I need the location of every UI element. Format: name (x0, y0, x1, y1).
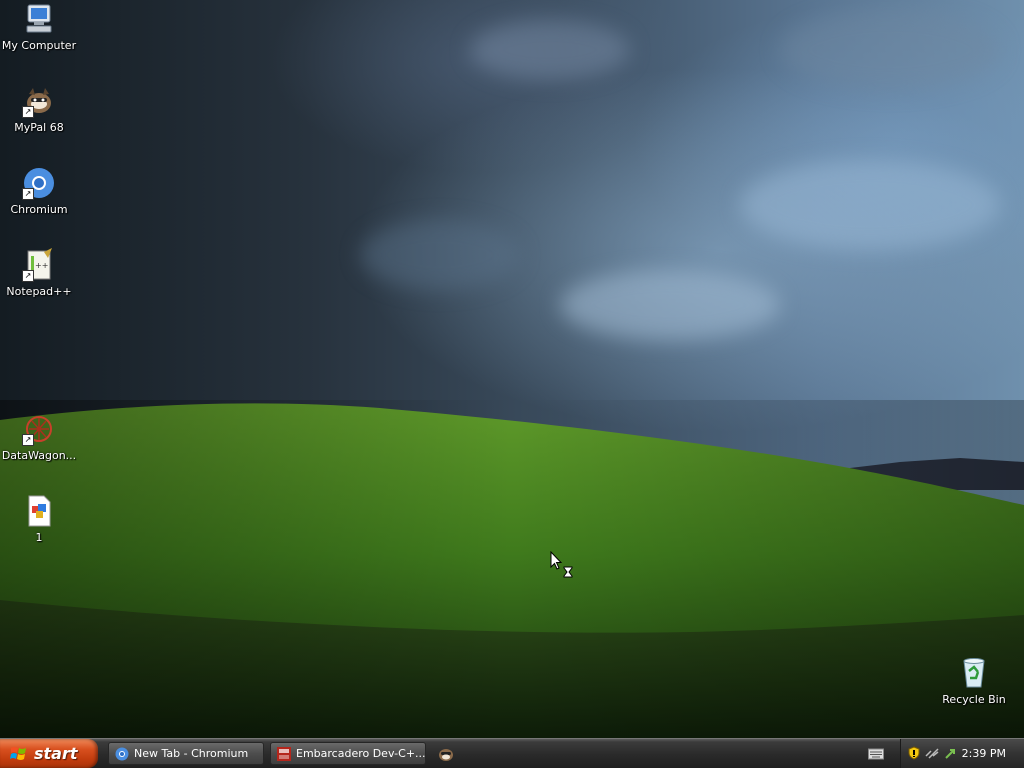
clock[interactable]: 2:39 PM (962, 747, 1006, 760)
hills-wallpaper (0, 400, 1024, 738)
taskbar-item-label: Embarcadero Dev-C+... (296, 747, 426, 760)
windows-logo-icon (10, 746, 26, 760)
svg-text:++: ++ (35, 261, 48, 270)
desktop-icon-mypal[interactable]: ↗ MyPal 68 (0, 84, 78, 134)
usb-icon[interactable] (943, 746, 957, 760)
devcpp-icon (277, 746, 291, 761)
desktop-icon-label: Recycle Bin (942, 693, 1006, 706)
taskbar-item-chromium[interactable]: New Tab - Chromium (108, 742, 264, 765)
start-button[interactable]: start (0, 739, 98, 768)
taskbar-item-label: New Tab - Chromium (134, 747, 249, 760)
my-computer-icon (22, 2, 56, 36)
security-shield-icon[interactable] (907, 746, 921, 760)
datawagon-icon: ↗ (22, 412, 56, 446)
desktop[interactable]: My Computer ↗ MyPal 68 ↗ Chromium ++ ↗ N… (0, 0, 1024, 738)
desktop-icon-notepad-plus-plus[interactable]: ++ ↗ Notepad++ (0, 248, 78, 298)
keyboard-icon[interactable] (868, 748, 884, 760)
shading (0, 400, 1024, 738)
taskbar-item-devcpp[interactable]: Embarcadero Dev-C+... (270, 742, 426, 765)
desktop-icon-my-computer[interactable]: My Computer (0, 2, 78, 52)
desktop-icon-label: Notepad++ (6, 285, 72, 298)
recycle-bin-icon (957, 656, 991, 690)
chromium-icon (115, 747, 129, 760)
shortcut-arrow-icon: ↗ (22, 188, 34, 200)
taskbar: start New Tab - Chromium Embarcadero Dev… (0, 738, 1024, 768)
shortcut-arrow-icon: ↗ (22, 106, 34, 118)
shortcut-arrow-icon: ↗ (22, 270, 34, 282)
start-label: start (34, 744, 78, 763)
image-file-icon (22, 494, 56, 528)
desktop-icon-label: DataWagon... (1, 449, 77, 462)
desktop-icon-label: 1 (35, 531, 43, 544)
desktop-icon-label: My Computer (1, 39, 77, 52)
shortcut-arrow-icon: ↗ (22, 434, 34, 446)
notepad-plus-plus-icon: ++ ↗ (22, 248, 56, 282)
mypal-icon: ↗ (22, 84, 56, 118)
system-tray: 2:39 PM (900, 739, 1024, 768)
desktop-icon-label: Chromium (10, 203, 68, 216)
quick-launch-mypal-icon[interactable] (436, 745, 456, 763)
network-icon[interactable] (925, 746, 939, 760)
chromium-icon: ↗ (22, 166, 56, 200)
busy-cursor-icon (550, 551, 573, 578)
desktop-icon-image-file[interactable]: 1 (0, 494, 78, 544)
desktop-icon-recycle-bin[interactable]: Recycle Bin (935, 656, 1013, 706)
desktop-icon-label: MyPal 68 (14, 121, 64, 134)
desktop-icon-chromium[interactable]: ↗ Chromium (0, 166, 78, 216)
desktop-icon-datawagon[interactable]: ↗ DataWagon... (0, 412, 78, 462)
